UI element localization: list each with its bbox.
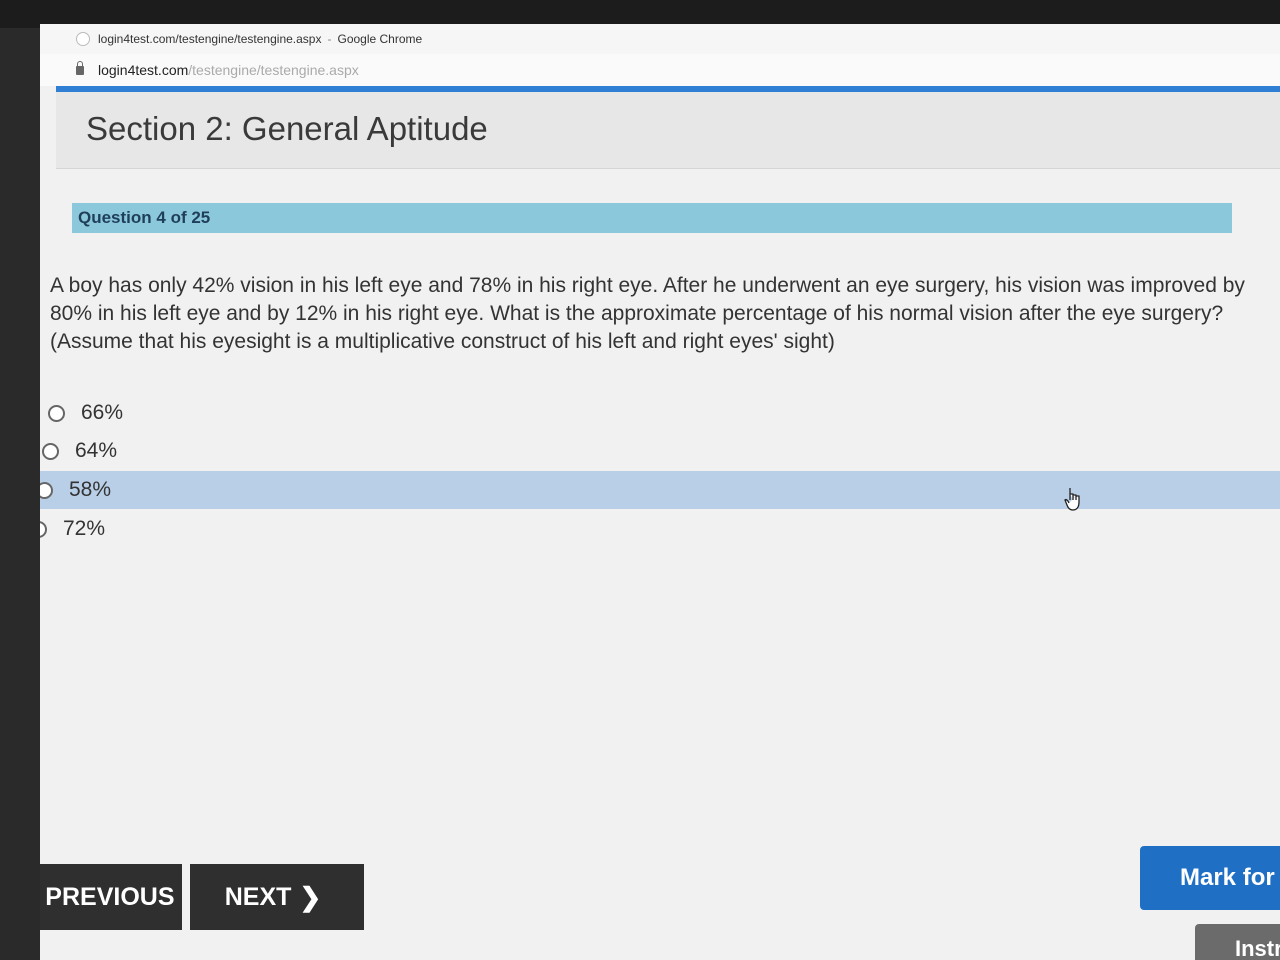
chevron-right-icon: ❯ [299, 881, 322, 912]
option-label: 66% [81, 401, 124, 424]
window-app-name: Google Chrome [337, 32, 423, 46]
question-text: A boy has only 42% vision in his left ey… [50, 274, 1245, 353]
option-64[interactable]: 64% [42, 432, 242, 470]
address-bar[interactable]: login4test.com /testengine/testengine.as… [40, 54, 1280, 86]
radio-button[interactable] [40, 481, 53, 499]
next-label: NEXT [224, 882, 292, 911]
instructions-label: Instr [1235, 936, 1280, 960]
question-counter: Question 4 of 25 [78, 208, 211, 227]
option-label: 72% [63, 517, 106, 540]
url-domain: login4test.com [98, 62, 189, 78]
option-66[interactable]: 66% [48, 394, 248, 432]
radio-button[interactable] [40, 520, 47, 538]
chrome-icon [76, 32, 90, 46]
previous-button[interactable]: ❮ PREVIOUS [40, 864, 182, 930]
option-label: 64% [75, 439, 118, 462]
hand-cursor-icon [1064, 488, 1080, 511]
radio-button[interactable] [42, 442, 59, 460]
mark-label: Mark for R [1180, 864, 1280, 891]
window-title-bar: login4test.com/testengine/testengine.asp… [40, 24, 1280, 54]
lock-icon [76, 60, 84, 75]
question-counter-bar: Question 4 of 25 [72, 203, 1232, 233]
title-separator: - [327, 32, 332, 46]
option-72[interactable]: 72% [40, 510, 230, 548]
option-58[interactable]: 58% [40, 471, 1280, 509]
browser-window: login4test.com/testengine/testengine.asp… [40, 24, 1280, 960]
url-path: /testengine/testengine.aspx [188, 62, 359, 78]
previous-label: PREVIOUS [45, 882, 175, 911]
option-label: 58% [69, 478, 112, 501]
next-button[interactable]: NEXT ❯ [190, 864, 364, 930]
section-title: Section 2: General Aptitude [86, 110, 488, 147]
instructions-button[interactable]: Instr [1195, 924, 1280, 960]
window-title: login4test.com/testengine/testengine.asp… [98, 32, 322, 46]
mark-for-review-button[interactable]: Mark for R [1140, 846, 1280, 910]
section-header: Section 2: General Aptitude [56, 92, 1280, 169]
radio-button[interactable] [48, 404, 65, 422]
